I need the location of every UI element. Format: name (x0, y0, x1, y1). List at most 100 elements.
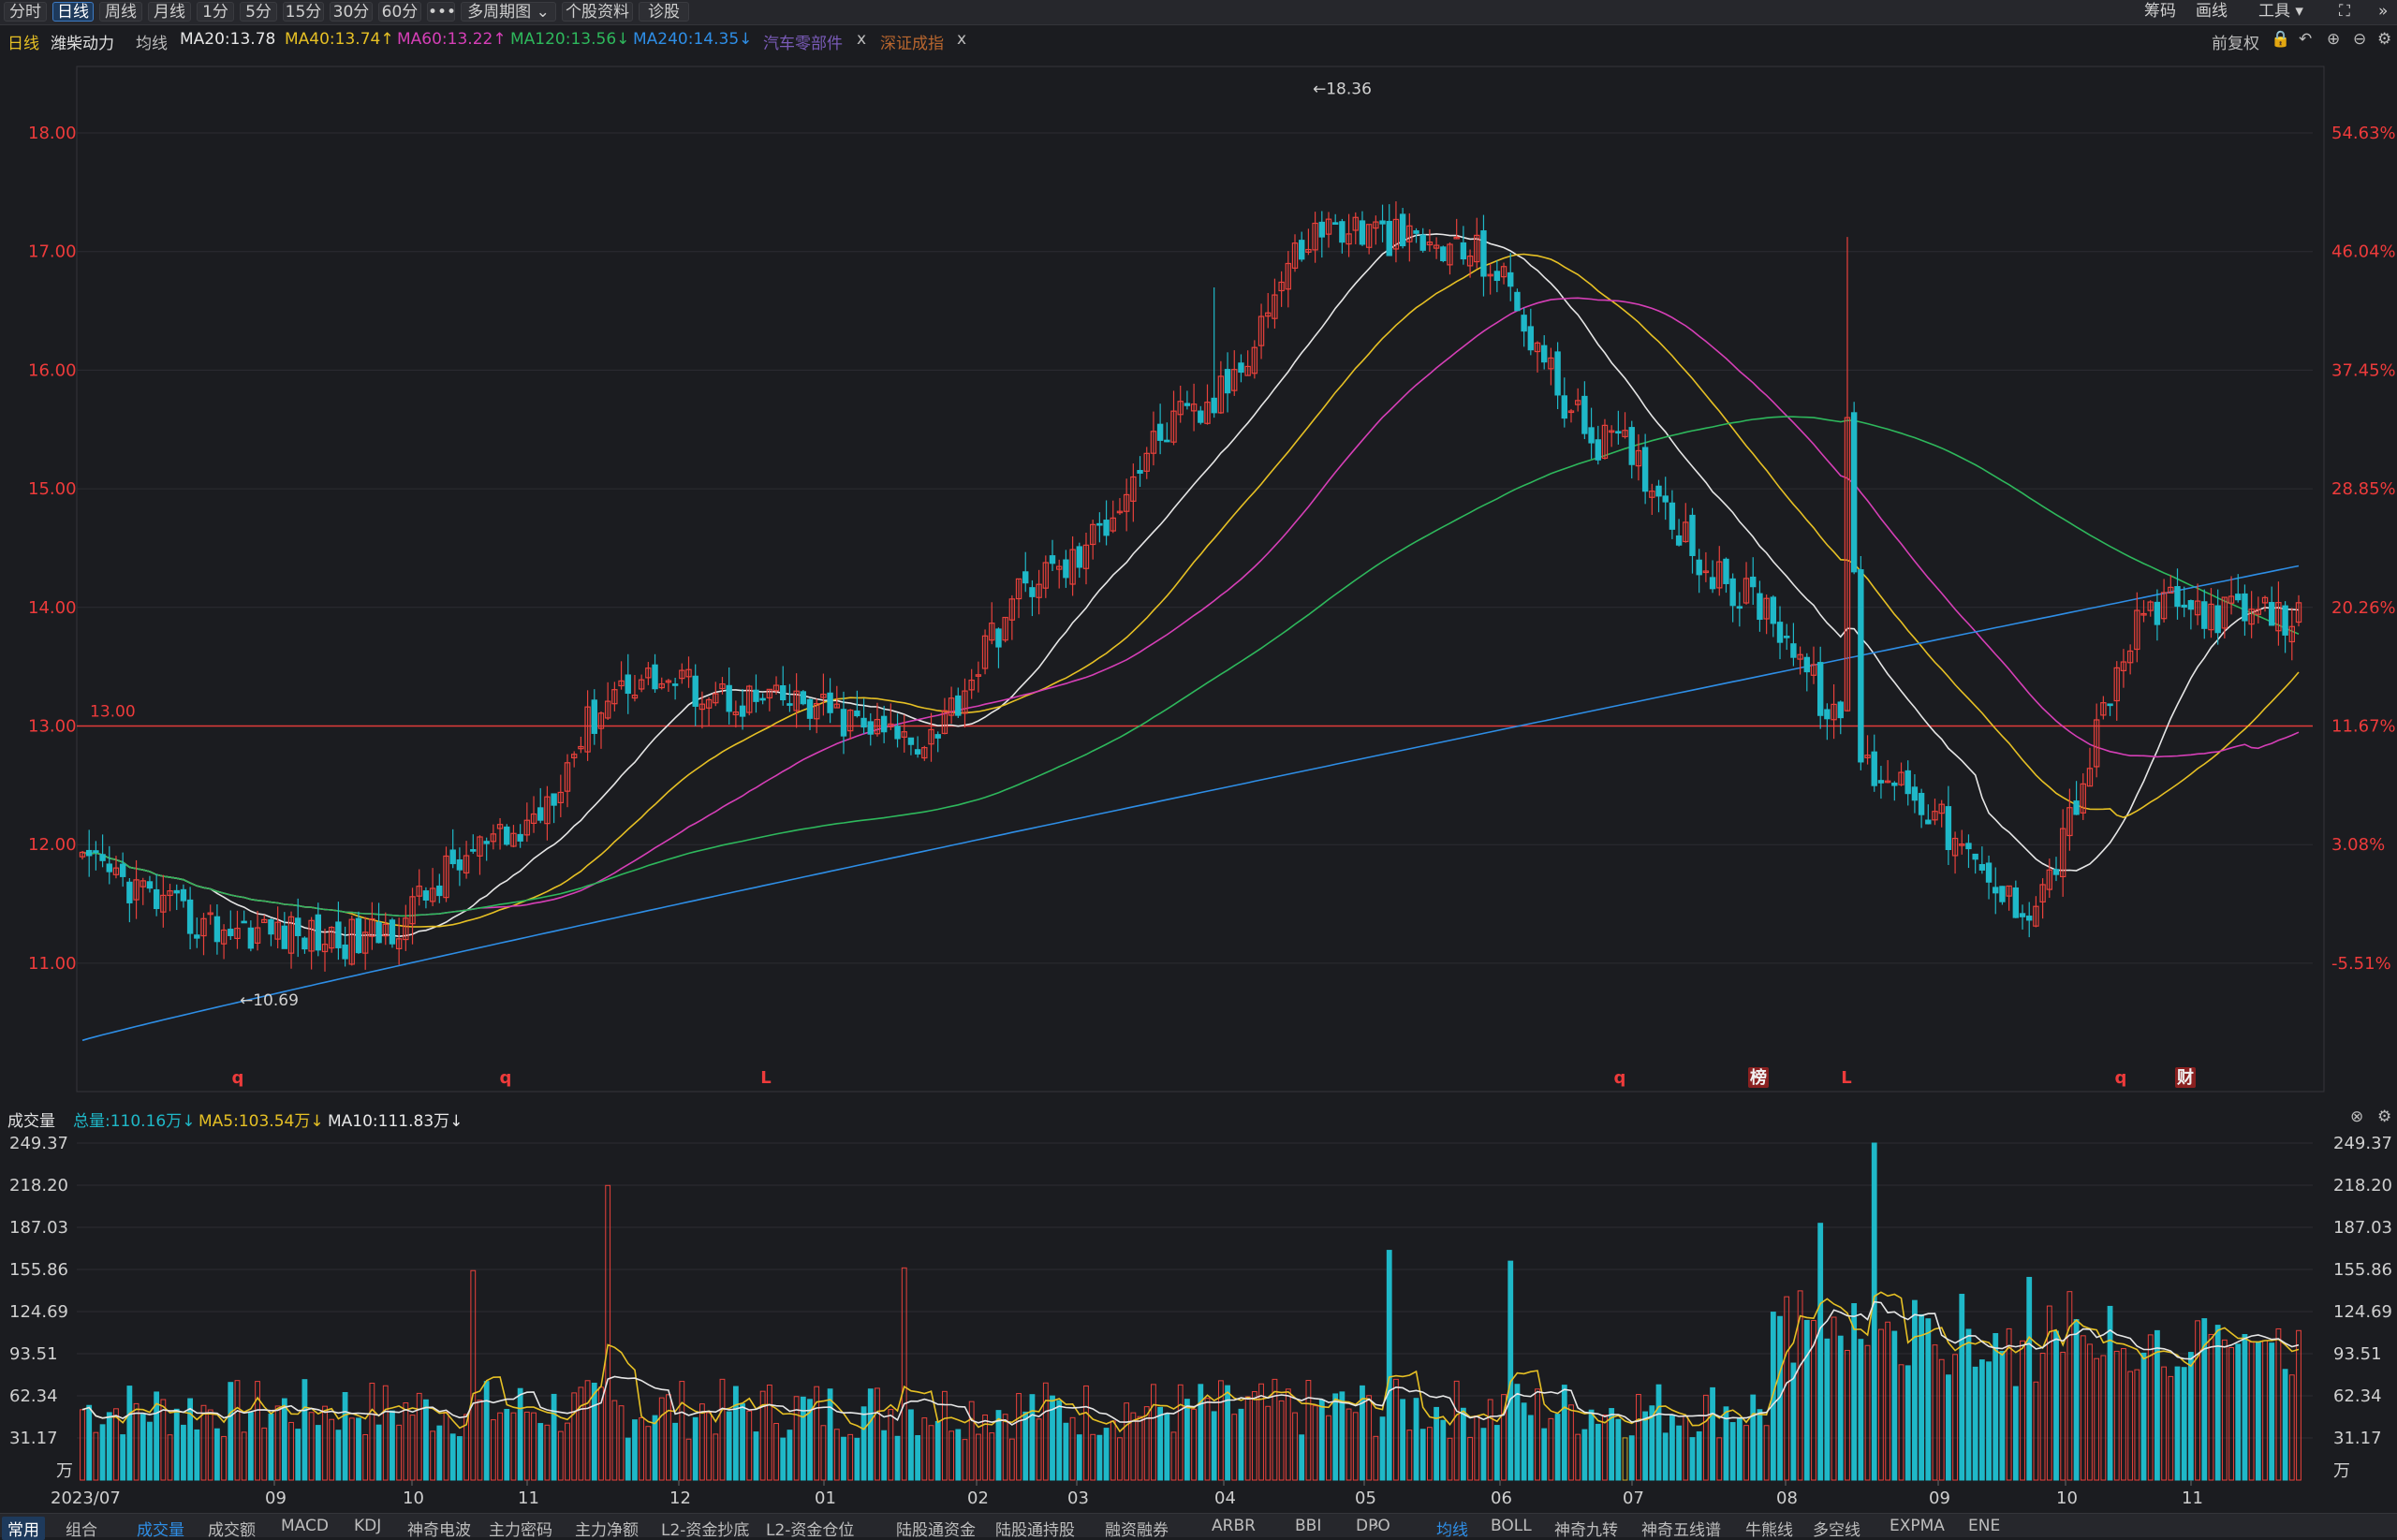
volume-bar[interactable] (2100, 1355, 2107, 1481)
volume-bar[interactable] (1157, 1406, 1164, 1481)
candle-body[interactable] (1904, 770, 1911, 795)
volume-bar[interactable] (800, 1396, 806, 1481)
volume-bar[interactable] (1413, 1398, 1419, 1481)
period-tab-4[interactable]: 1分 (197, 2, 234, 22)
volume-bar[interactable] (732, 1386, 739, 1481)
volume-bar[interactable] (1393, 1378, 1399, 1481)
candle-body[interactable] (1318, 221, 1325, 238)
volume-bar[interactable] (2107, 1305, 2113, 1481)
candle-body[interactable] (2235, 594, 2242, 601)
volume-bar[interactable] (1002, 1414, 1008, 1481)
candle-body[interactable] (1858, 569, 1864, 763)
volume-bar[interactable] (1938, 1358, 1945, 1481)
period-tab-2[interactable]: 周线 (99, 2, 142, 22)
candle-body[interactable] (1837, 701, 1844, 719)
volume-bar[interactable] (1696, 1430, 1702, 1481)
volume-bar[interactable] (160, 1399, 167, 1481)
close-volume-icon[interactable]: ⊗ (2350, 1107, 2363, 1126)
candle-body[interactable] (422, 890, 430, 901)
volume-bar[interactable] (557, 1430, 564, 1481)
volume-bar[interactable] (261, 1427, 268, 1481)
volume-bar[interactable] (2053, 1330, 2059, 1481)
volume-bar[interactable] (1379, 1416, 1386, 1481)
volume-bar[interactable] (1871, 1142, 1877, 1481)
event-marker-7[interactable]: 财 (2177, 1067, 2194, 1088)
volume-bar[interactable] (449, 1433, 456, 1481)
volume-bar[interactable] (578, 1386, 584, 1481)
volume-bar[interactable] (1919, 1313, 1925, 1481)
volume-bar[interactable] (1622, 1437, 1628, 1481)
candle-body[interactable] (1776, 622, 1784, 643)
overlay-tab-3[interactable]: 神奇五线谱 (1641, 1517, 1721, 1540)
candle-body[interactable] (759, 697, 766, 701)
candle-body[interactable] (1770, 596, 1777, 624)
volume-bar[interactable] (1864, 1344, 1871, 1481)
volume-bar[interactable] (2113, 1350, 2120, 1481)
volume-bar[interactable] (726, 1411, 732, 1481)
volume-bar[interactable] (1299, 1434, 1305, 1481)
candle-body[interactable] (1029, 587, 1036, 597)
candle-body[interactable] (517, 833, 523, 842)
volume-bar[interactable] (2127, 1371, 2134, 1481)
volume-bar[interactable] (1750, 1394, 1757, 1481)
volume-bar[interactable] (173, 1408, 180, 1481)
volume-bar[interactable] (719, 1378, 726, 1481)
candle-body[interactable] (2201, 601, 2208, 629)
candle-body[interactable] (194, 934, 200, 939)
candle-body[interactable] (1662, 495, 1669, 503)
candle-body[interactable] (1723, 558, 1729, 584)
candle-body[interactable] (1877, 780, 1885, 784)
candle-body[interactable] (1561, 395, 1567, 419)
candle-body[interactable] (85, 849, 93, 857)
draw-line-button[interactable]: 画线 (2196, 2, 2228, 22)
volume-bar[interactable] (854, 1437, 860, 1481)
volume-bar[interactable] (1965, 1328, 1972, 1481)
candle-body[interactable] (1507, 271, 1514, 287)
volume-bar[interactable] (416, 1392, 422, 1481)
volume-bar[interactable] (699, 1403, 705, 1481)
volume-bar[interactable] (766, 1384, 772, 1481)
volume-bar[interactable] (1211, 1411, 1217, 1481)
candle-body[interactable] (281, 925, 288, 949)
volume-bar[interactable] (268, 1413, 274, 1481)
volume-bar[interactable] (1588, 1409, 1595, 1481)
candle-body[interactable] (551, 793, 557, 806)
indicator-tab-8[interactable]: L2-资金仓位 (766, 1517, 854, 1540)
sector-auto-parts[interactable]: 汽车零部件 (763, 30, 843, 53)
volume-bar[interactable] (2195, 1320, 2200, 1481)
candle-body[interactable] (186, 899, 194, 934)
volume-bar[interactable] (1831, 1316, 1837, 1481)
volume-bar[interactable] (1292, 1412, 1298, 1481)
volume-bar[interactable] (1925, 1318, 1932, 1481)
volume-bar[interactable] (1029, 1394, 1036, 1481)
period-tab-0[interactable]: 分时 (4, 2, 47, 22)
volume-bar[interactable] (1972, 1366, 1978, 1481)
candle-body[interactable] (1399, 213, 1406, 247)
volume-bar[interactable] (1993, 1332, 1999, 1481)
candle-body[interactable] (1460, 242, 1467, 260)
candle-body[interactable] (213, 916, 221, 943)
volume-bar[interactable] (968, 1401, 975, 1481)
overlay-tab-7[interactable]: ENE (1968, 1517, 2000, 1535)
candle-body[interactable] (1757, 593, 1763, 621)
candle-body[interactable] (1750, 576, 1757, 588)
volume-bar[interactable] (2288, 1374, 2295, 1481)
candle-body[interactable] (2181, 604, 2187, 609)
volume-bar[interactable] (1244, 1396, 1251, 1481)
volume-bar[interactable] (2080, 1335, 2086, 1481)
overlay-tab-6[interactable]: EXPMA (1890, 1517, 1945, 1535)
volume-bar[interactable] (1326, 1415, 1331, 1481)
volume-bar[interactable] (544, 1424, 551, 1481)
candle-body[interactable] (1211, 397, 1217, 414)
candle-body[interactable] (2187, 600, 2195, 610)
candle-body[interactable] (1137, 470, 1143, 474)
volume-bar[interactable] (1063, 1422, 1069, 1481)
candle-body[interactable] (1527, 326, 1535, 351)
volume-bar[interactable] (867, 1388, 874, 1481)
candle-body[interactable] (1581, 395, 1588, 434)
period-tab-10[interactable]: 多周期图 ⌄ (461, 2, 556, 22)
volume-bar[interactable] (531, 1412, 537, 1481)
volume-bar[interactable] (841, 1436, 846, 1481)
volume-bar[interactable] (901, 1267, 907, 1481)
volume-bar[interactable] (1130, 1412, 1137, 1481)
